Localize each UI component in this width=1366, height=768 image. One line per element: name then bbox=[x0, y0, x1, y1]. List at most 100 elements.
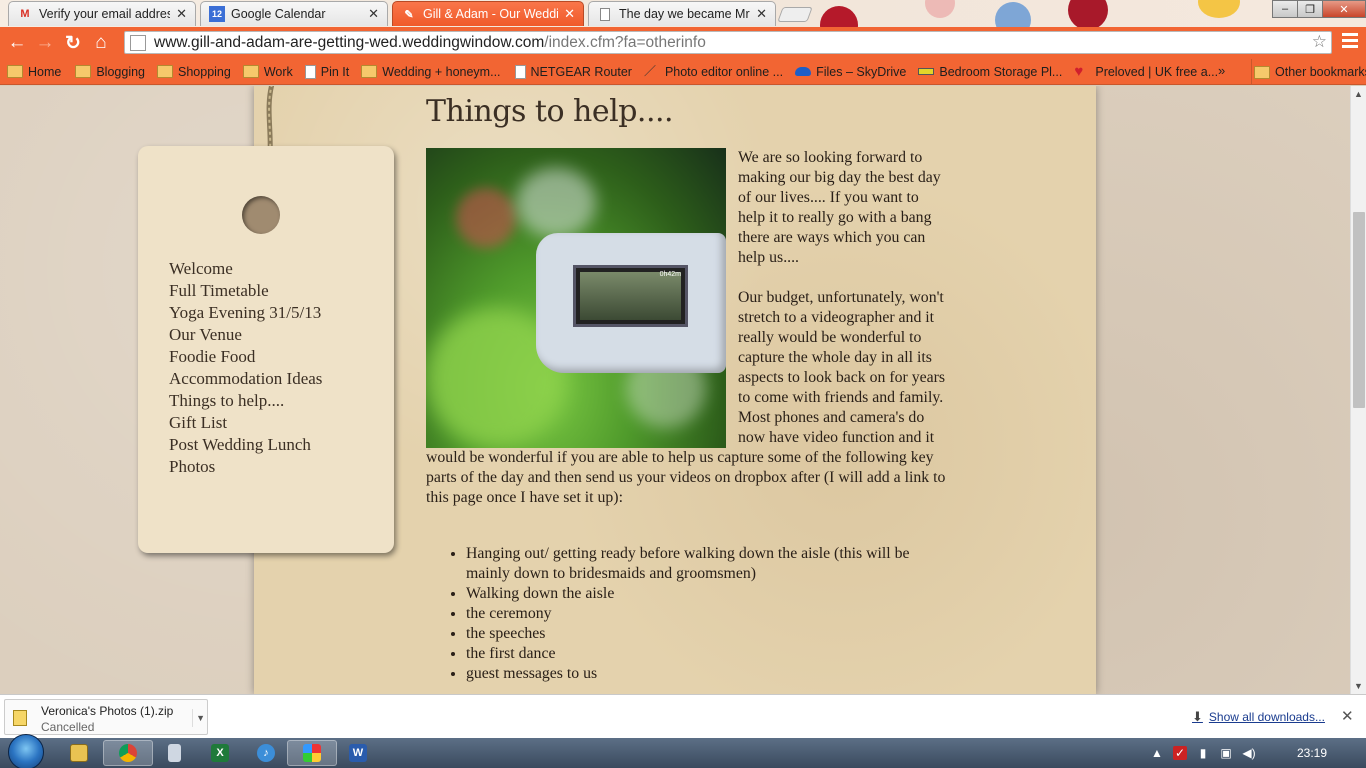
url-domain: www.gill-and-adam-are-getting-wed.weddin… bbox=[154, 33, 545, 51]
taskbar-chrome[interactable] bbox=[103, 740, 153, 766]
bookmark-skydrive[interactable]: Files – SkyDrive bbox=[795, 65, 906, 79]
folder-icon bbox=[361, 65, 378, 78]
other-bookmarks[interactable]: Other bookmarks bbox=[1251, 59, 1366, 85]
download-filename: Veronica's Photos (1).zip bbox=[41, 704, 174, 718]
taskbar-word[interactable]: W bbox=[333, 740, 383, 766]
taskbar-paint[interactable] bbox=[287, 740, 337, 766]
nav-full-timetable[interactable]: Full Timetable bbox=[169, 280, 322, 302]
security-icon[interactable]: ✓ bbox=[1173, 746, 1187, 760]
close-icon[interactable]: ✕ bbox=[1341, 707, 1354, 725]
download-arrow-icon: ⬇ bbox=[1192, 709, 1203, 724]
address-bar[interactable]: www.gill-and-adam-are-getting-wed.weddin… bbox=[124, 31, 1332, 54]
page-icon bbox=[304, 64, 316, 79]
tab-wedding[interactable]: ✎ Gill & Adam - Our Weddin ✕ bbox=[392, 1, 584, 26]
list-item: guest messages to us bbox=[466, 664, 946, 684]
scroll-thumb[interactable] bbox=[1353, 212, 1365, 408]
nav-welcome[interactable]: Welcome bbox=[169, 258, 322, 280]
nav-yoga-evening[interactable]: Yoga Evening 31/5/13 bbox=[169, 302, 322, 324]
bookmark-star-icon[interactable]: ☆ bbox=[1312, 32, 1327, 52]
bookmark-label: Blogging bbox=[96, 64, 145, 79]
page-icon bbox=[597, 6, 613, 22]
more-bookmarks-chevron[interactable]: » bbox=[1218, 63, 1225, 78]
back-button[interactable]: ← bbox=[3, 29, 31, 57]
tab-gmail[interactable]: M Verify your email address ✕ bbox=[8, 1, 196, 26]
bookmark-pin-it[interactable]: Pin It bbox=[304, 64, 350, 79]
bookmark-label: Pin It bbox=[320, 64, 350, 79]
bookmark-label: Other bookmarks bbox=[1275, 65, 1366, 79]
download-item[interactable]: Veronica's Photos (1).zip Cancelled ▼ bbox=[4, 699, 208, 735]
forward-button[interactable]: → bbox=[31, 29, 59, 57]
power-icon[interactable]: ▮ bbox=[1196, 746, 1210, 760]
close-icon[interactable]: ✕ bbox=[564, 6, 575, 22]
download-shelf: Veronica's Photos (1).zip Cancelled ▼ ⬇ … bbox=[0, 694, 1366, 738]
tape-icon bbox=[918, 68, 935, 75]
page-viewport: Welcome Full Timetable Yoga Evening 31/5… bbox=[0, 86, 1350, 694]
bookmark-home[interactable]: Home bbox=[7, 65, 61, 79]
nav-post-wedding-lunch[interactable]: Post Wedding Lunch bbox=[169, 434, 322, 456]
tab-blog[interactable]: The day we became Mr & ✕ bbox=[588, 1, 776, 26]
bookmark-shopping[interactable]: Shopping bbox=[157, 65, 231, 79]
bookmark-bedroom[interactable]: Bedroom Storage Pl... bbox=[918, 65, 1062, 79]
minimize-button[interactable]: – bbox=[1272, 0, 1298, 18]
page-icon bbox=[514, 64, 526, 79]
url-path: /index.cfm?fa=otherinfo bbox=[544, 33, 706, 51]
bookmark-label: Bedroom Storage Pl... bbox=[939, 64, 1063, 79]
list-item: Walking down the aisle bbox=[466, 584, 946, 604]
scroll-up-icon[interactable]: ▲ bbox=[1354, 89, 1363, 99]
folder-icon bbox=[1254, 65, 1270, 79]
download-status: Cancelled bbox=[41, 720, 95, 734]
restore-button[interactable]: ❐ bbox=[1297, 0, 1323, 18]
tag-hole bbox=[242, 196, 280, 234]
taskbar-explorer[interactable] bbox=[54, 740, 104, 766]
intro-text: We are so looking forward to making our … bbox=[426, 148, 946, 508]
reload-button[interactable]: ↻ bbox=[59, 29, 87, 57]
close-icon[interactable]: ✕ bbox=[368, 6, 379, 22]
new-tab-button[interactable] bbox=[777, 7, 813, 22]
bookmark-photo-editor[interactable]: ／ Photo editor online ... bbox=[644, 65, 783, 79]
nav-gift-list[interactable]: Gift List bbox=[169, 412, 322, 434]
close-icon[interactable]: ✕ bbox=[176, 6, 187, 22]
network-icon[interactable]: ▣ bbox=[1219, 746, 1233, 760]
nav-accommodation[interactable]: Accommodation Ideas bbox=[169, 368, 322, 390]
show-all-downloads-link[interactable]: ⬇ Show all downloads... bbox=[1192, 709, 1325, 725]
decorative-dot bbox=[925, 0, 955, 18]
itunes-icon: ♪ bbox=[257, 744, 275, 762]
clock[interactable]: 23:19 bbox=[1297, 746, 1327, 760]
nav-our-venue[interactable]: Our Venue bbox=[169, 324, 322, 346]
start-button[interactable] bbox=[8, 734, 44, 768]
scroll-down-icon[interactable]: ▼ bbox=[1354, 681, 1363, 691]
chevron-down-icon[interactable]: ▼ bbox=[192, 709, 205, 727]
decorative-dot bbox=[995, 2, 1031, 27]
bookmark-label: Home bbox=[28, 64, 62, 79]
bookmark-work[interactable]: Work bbox=[242, 65, 293, 79]
taskbar-excel[interactable]: X bbox=[195, 740, 245, 766]
vertical-scrollbar[interactable]: ▲ ▼ bbox=[1350, 86, 1366, 694]
weddingwindow-icon: ✎ bbox=[404, 8, 414, 21]
close-window-button[interactable]: ✕ bbox=[1322, 0, 1366, 18]
bookmark-label: Wedding + honeym... bbox=[382, 64, 501, 79]
bookmark-preloved[interactable]: ♥ Preloved | UK free a... bbox=[1074, 63, 1219, 80]
system-tray: ▲ ✓ ▮ ▣ ◀) bbox=[1150, 738, 1265, 768]
bookmark-label: Preloved | UK free a... bbox=[1095, 64, 1219, 79]
zip-file-icon bbox=[13, 710, 27, 726]
home-button[interactable]: ⌂ bbox=[87, 29, 115, 57]
bookmark-label: Shopping bbox=[178, 64, 231, 79]
nav-things-to-help[interactable]: Things to help.... bbox=[169, 390, 322, 412]
close-icon[interactable]: ✕ bbox=[756, 6, 767, 22]
decorative-dot bbox=[1198, 0, 1240, 18]
nav-photos[interactable]: Photos bbox=[169, 456, 322, 478]
taskbar-calculator[interactable] bbox=[149, 740, 199, 766]
folder-icon bbox=[242, 65, 259, 78]
tab-title: Google Calendar bbox=[231, 7, 326, 21]
tab-calendar[interactable]: 12 Google Calendar ✕ bbox=[200, 1, 388, 26]
bookmark-netgear[interactable]: NETGEAR Router bbox=[514, 64, 632, 79]
bookmark-blogging[interactable]: Blogging bbox=[75, 65, 145, 79]
volume-icon[interactable]: ◀) bbox=[1242, 746, 1256, 760]
menu-icon[interactable] bbox=[1342, 33, 1358, 51]
heart-icon: ♥ bbox=[1074, 63, 1084, 80]
taskbar-itunes[interactable]: ♪ bbox=[241, 740, 291, 766]
show-hidden-icons[interactable]: ▲ bbox=[1150, 746, 1164, 760]
bookmark-wedding[interactable]: Wedding + honeym... bbox=[361, 64, 501, 79]
nav-foodie-food[interactable]: Foodie Food bbox=[169, 346, 322, 368]
key-moments-list: Hanging out/ getting ready before walkin… bbox=[466, 544, 946, 684]
